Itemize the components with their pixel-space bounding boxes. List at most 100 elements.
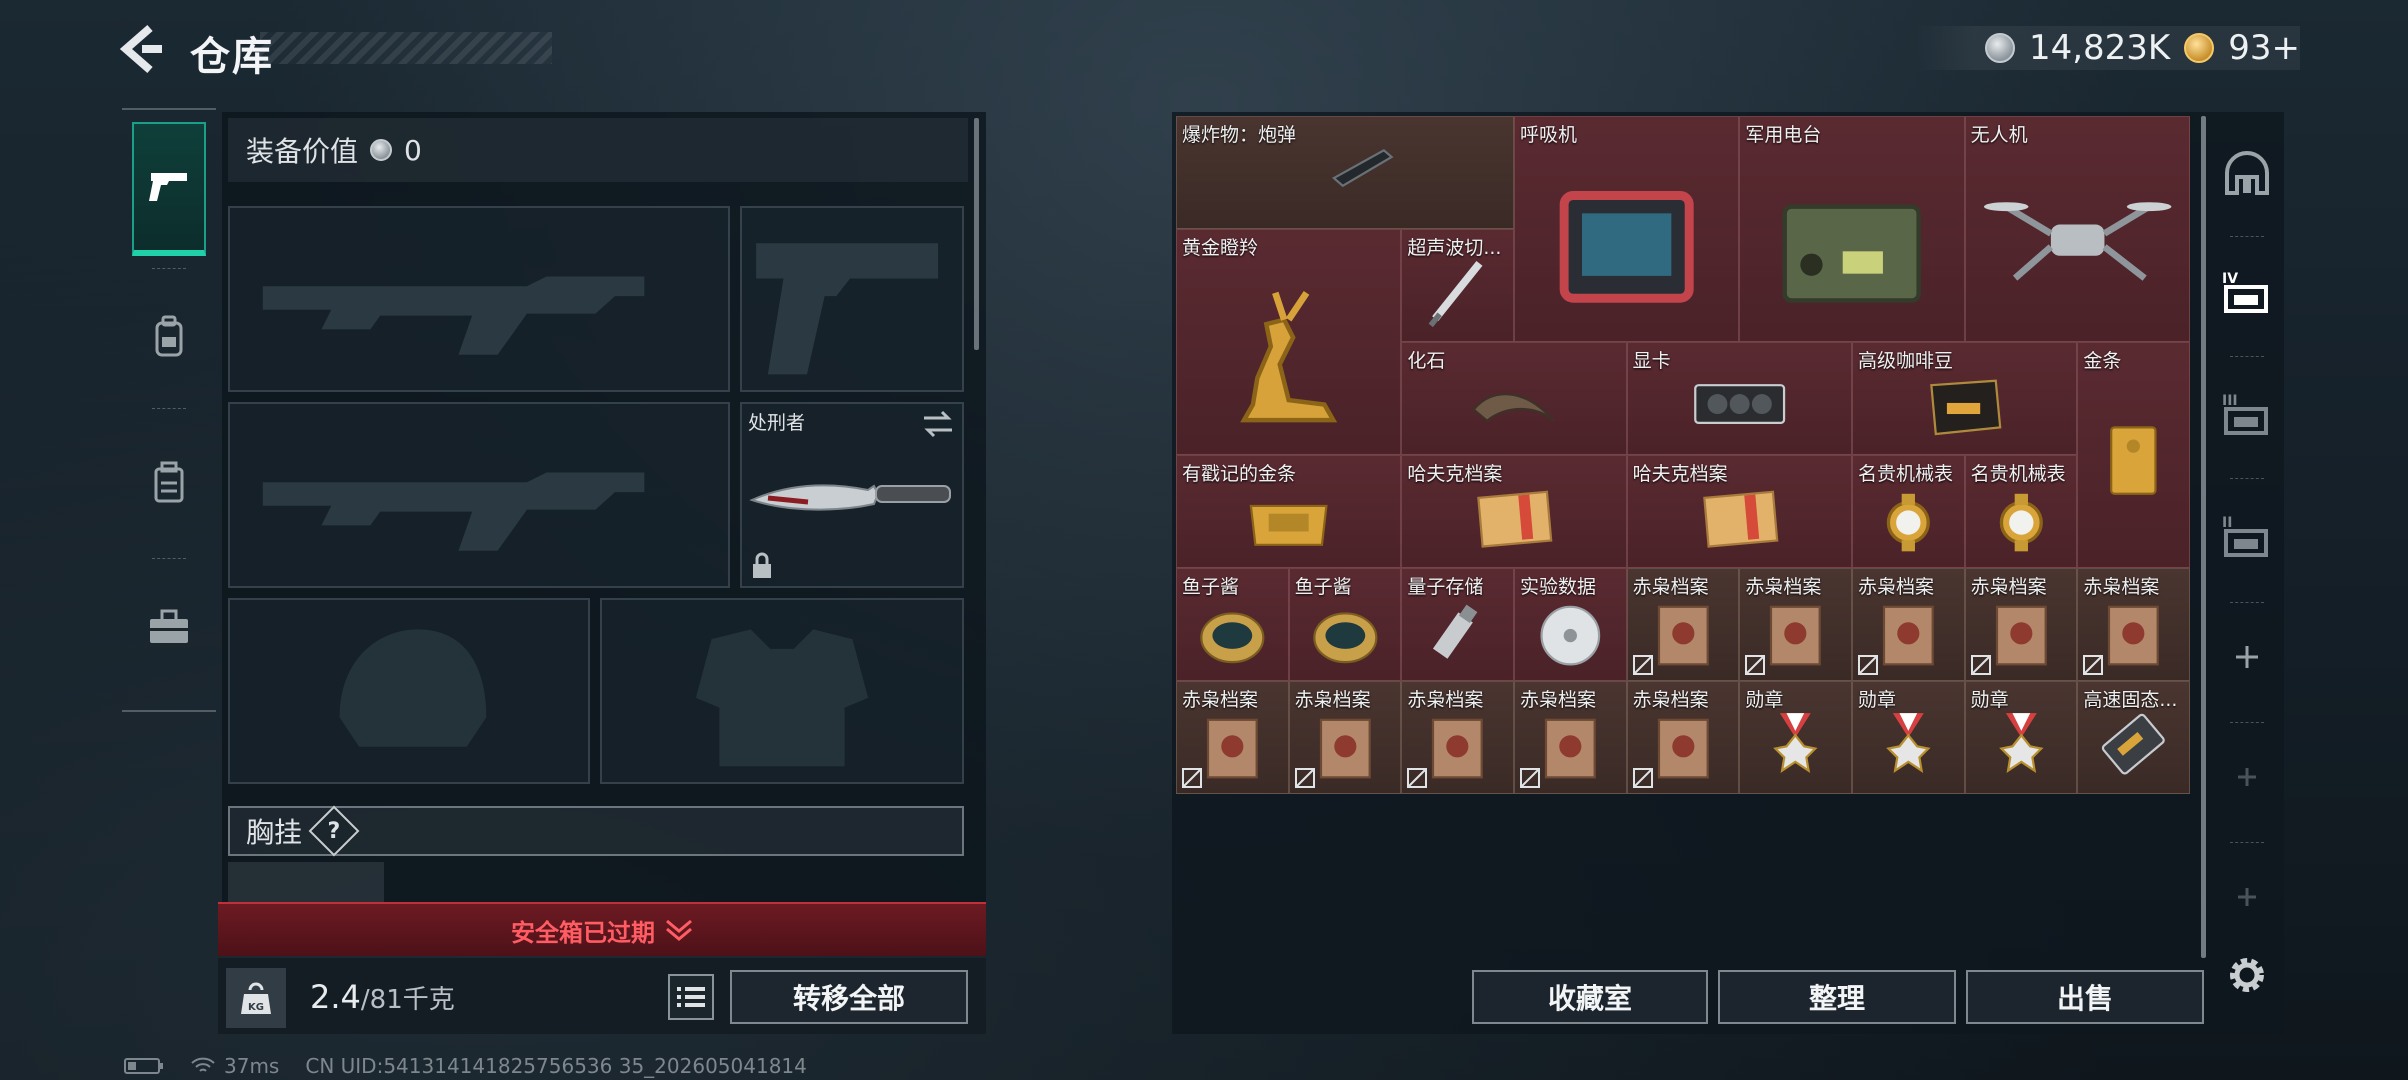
- loadout-scrollbar[interactable]: [974, 118, 979, 350]
- equipment-value-header: 装备价值 0: [228, 118, 968, 182]
- stash-item-label: 勋章: [1745, 689, 1784, 711]
- tab-weapons[interactable]: [132, 122, 206, 256]
- stash-item[interactable]: 无人机: [1964, 116, 2190, 342]
- back-arrow-icon: [119, 24, 162, 74]
- weight-readout: 2.4/81千克: [310, 978, 455, 1016]
- stash-item[interactable]: 爆炸物：炮弹: [1176, 116, 1514, 229]
- stash-item[interactable]: 实验数据: [1514, 568, 1627, 681]
- stash-item[interactable]: 名贵机械表: [1852, 455, 1965, 568]
- transfer-all-button[interactable]: 转移全部: [730, 970, 968, 1024]
- collection-room-button[interactable]: 收藏室: [1472, 970, 1708, 1024]
- tab-vest[interactable]: [132, 416, 206, 550]
- chest-rig-row[interactable]: 胸挂 ?: [228, 805, 964, 857]
- stash-item-label: 高级咖啡豆: [1858, 350, 1954, 372]
- stash-page-3[interactable]: III: [2210, 360, 2284, 470]
- swap-icon[interactable]: [922, 410, 954, 438]
- vest-icon: [154, 461, 184, 503]
- melee-slot[interactable]: 处刑者: [740, 402, 964, 588]
- stash-item[interactable]: 赤枭档案: [1514, 681, 1627, 794]
- stash-item[interactable]: 黄金瞪羚: [1176, 229, 1402, 455]
- stash-item[interactable]: 赤枭档案: [1288, 681, 1402, 794]
- settings-button[interactable]: [2210, 920, 2284, 1030]
- help-icon[interactable]: ?: [308, 805, 360, 857]
- tab-divider: [152, 268, 186, 269]
- stash-item-label: 军用电台: [1745, 124, 1822, 146]
- stash-item[interactable]: 赤枭档案: [1739, 568, 1852, 681]
- stash-item[interactable]: 赤枭档案: [1852, 568, 1965, 681]
- sell-button[interactable]: 出售: [1966, 970, 2204, 1024]
- stash-item[interactable]: 赤枭档案: [2077, 568, 2190, 681]
- stash-item[interactable]: 鱼子酱: [1176, 568, 1289, 681]
- secondary-weapon-slot[interactable]: [228, 402, 730, 588]
- double-chevron-down-icon: [666, 919, 692, 941]
- no-extract-icon: [1407, 768, 1428, 788]
- stash-scrollbar[interactable]: [2201, 116, 2206, 958]
- stash-item-label: 哈夫克档案: [1632, 463, 1728, 485]
- pistol-silhouette-icon: [756, 243, 939, 375]
- tab-backpack[interactable]: [132, 270, 206, 404]
- stash-item[interactable]: 哈夫克档案: [1401, 455, 1627, 568]
- armor-slot[interactable]: [600, 598, 964, 784]
- no-extract-icon: [1632, 655, 1653, 675]
- stash-item[interactable]: 鱼子酱: [1288, 568, 1402, 681]
- plus-icon: [2238, 768, 2256, 786]
- stash-item[interactable]: 赤枭档案: [1964, 568, 2078, 681]
- no-extract-icon: [1858, 655, 1878, 675]
- stash-item[interactable]: 有戳记的金条: [1176, 455, 1402, 568]
- safebox-expired-banner[interactable]: 安全箱已过期: [218, 902, 986, 956]
- stash-page-4[interactable]: IV: [2210, 238, 2284, 348]
- primary-weapon-slot[interactable]: [228, 206, 730, 392]
- plus-icon: [2236, 646, 2258, 668]
- stash-item-label: 赤枭档案: [1858, 576, 1935, 598]
- stash-item[interactable]: 金条: [2077, 342, 2190, 568]
- stash-item[interactable]: 赤枭档案: [1626, 568, 1740, 681]
- sidearm-slot[interactable]: [740, 206, 964, 392]
- svg-text:IV: IV: [2222, 271, 2238, 287]
- stash-item[interactable]: 超声波切...: [1401, 229, 1514, 342]
- stash-item[interactable]: 化石: [1401, 342, 1627, 455]
- sidebar-divider: [2230, 356, 2264, 357]
- list-view-button[interactable]: [668, 974, 714, 1020]
- stash-item[interactable]: 勋章: [1739, 681, 1852, 794]
- stash-item-label: 呼吸机: [1520, 124, 1578, 146]
- tab-divider: [152, 558, 186, 559]
- title-decoration: [260, 32, 552, 64]
- stash-page-sidebar: IV III II: [2210, 108, 2284, 1034]
- add-stash-page-button[interactable]: [2210, 602, 2284, 712]
- sidebar-divider: [2230, 478, 2264, 479]
- chest-rig-label: 胸挂: [246, 816, 303, 849]
- stash-item-label: 勋章: [1858, 689, 1897, 711]
- stash-item[interactable]: 量子存储: [1401, 568, 1514, 681]
- stash-item-label: 赤枭档案: [1970, 576, 2047, 598]
- stash-item[interactable]: 勋章: [1964, 681, 2078, 794]
- stash-item[interactable]: 呼吸机: [1514, 116, 1740, 342]
- locked-stash-page: [2210, 722, 2284, 832]
- stash-item-label: 有戳记的金条: [1182, 463, 1297, 485]
- stash-item[interactable]: 军用电台: [1739, 116, 1965, 342]
- stash-item[interactable]: 高级咖啡豆: [1852, 342, 2078, 455]
- no-extract-icon: [1745, 655, 1766, 675]
- sort-button[interactable]: 整理: [1718, 970, 1956, 1024]
- gold-gazelle-icon: [1240, 291, 1338, 423]
- ping-readout: 37ms: [224, 1054, 280, 1078]
- no-extract-icon: [1182, 768, 1202, 788]
- premium-amount[interactable]: 93+: [2228, 28, 2300, 68]
- back-button[interactable]: [119, 24, 164, 74]
- stash-page-main[interactable]: [2210, 118, 2284, 228]
- stash-item[interactable]: 名贵机械表: [1964, 455, 2078, 568]
- haf-coin-icon: [1984, 33, 2015, 63]
- stash-item[interactable]: 赤枭档案: [1626, 681, 1740, 794]
- stash-item[interactable]: 赤枭档案: [1176, 681, 1289, 794]
- tab-divider: [152, 408, 186, 409]
- helmet-slot[interactable]: [228, 598, 590, 784]
- stash-item[interactable]: 勋章: [1852, 681, 1965, 794]
- stash-page-2[interactable]: II: [2210, 482, 2284, 592]
- chest-rig-slot[interactable]: [228, 862, 384, 902]
- tab-toolbox[interactable]: [132, 560, 206, 694]
- stash-item[interactable]: 显卡: [1626, 342, 1852, 455]
- stash-item[interactable]: 高速固态...: [2077, 681, 2190, 794]
- no-extract-icon: [1970, 655, 1991, 675]
- stash-item[interactable]: 赤枭档案: [1401, 681, 1514, 794]
- gear-icon: [2230, 958, 2264, 992]
- stash-item[interactable]: 哈夫克档案: [1626, 455, 1852, 568]
